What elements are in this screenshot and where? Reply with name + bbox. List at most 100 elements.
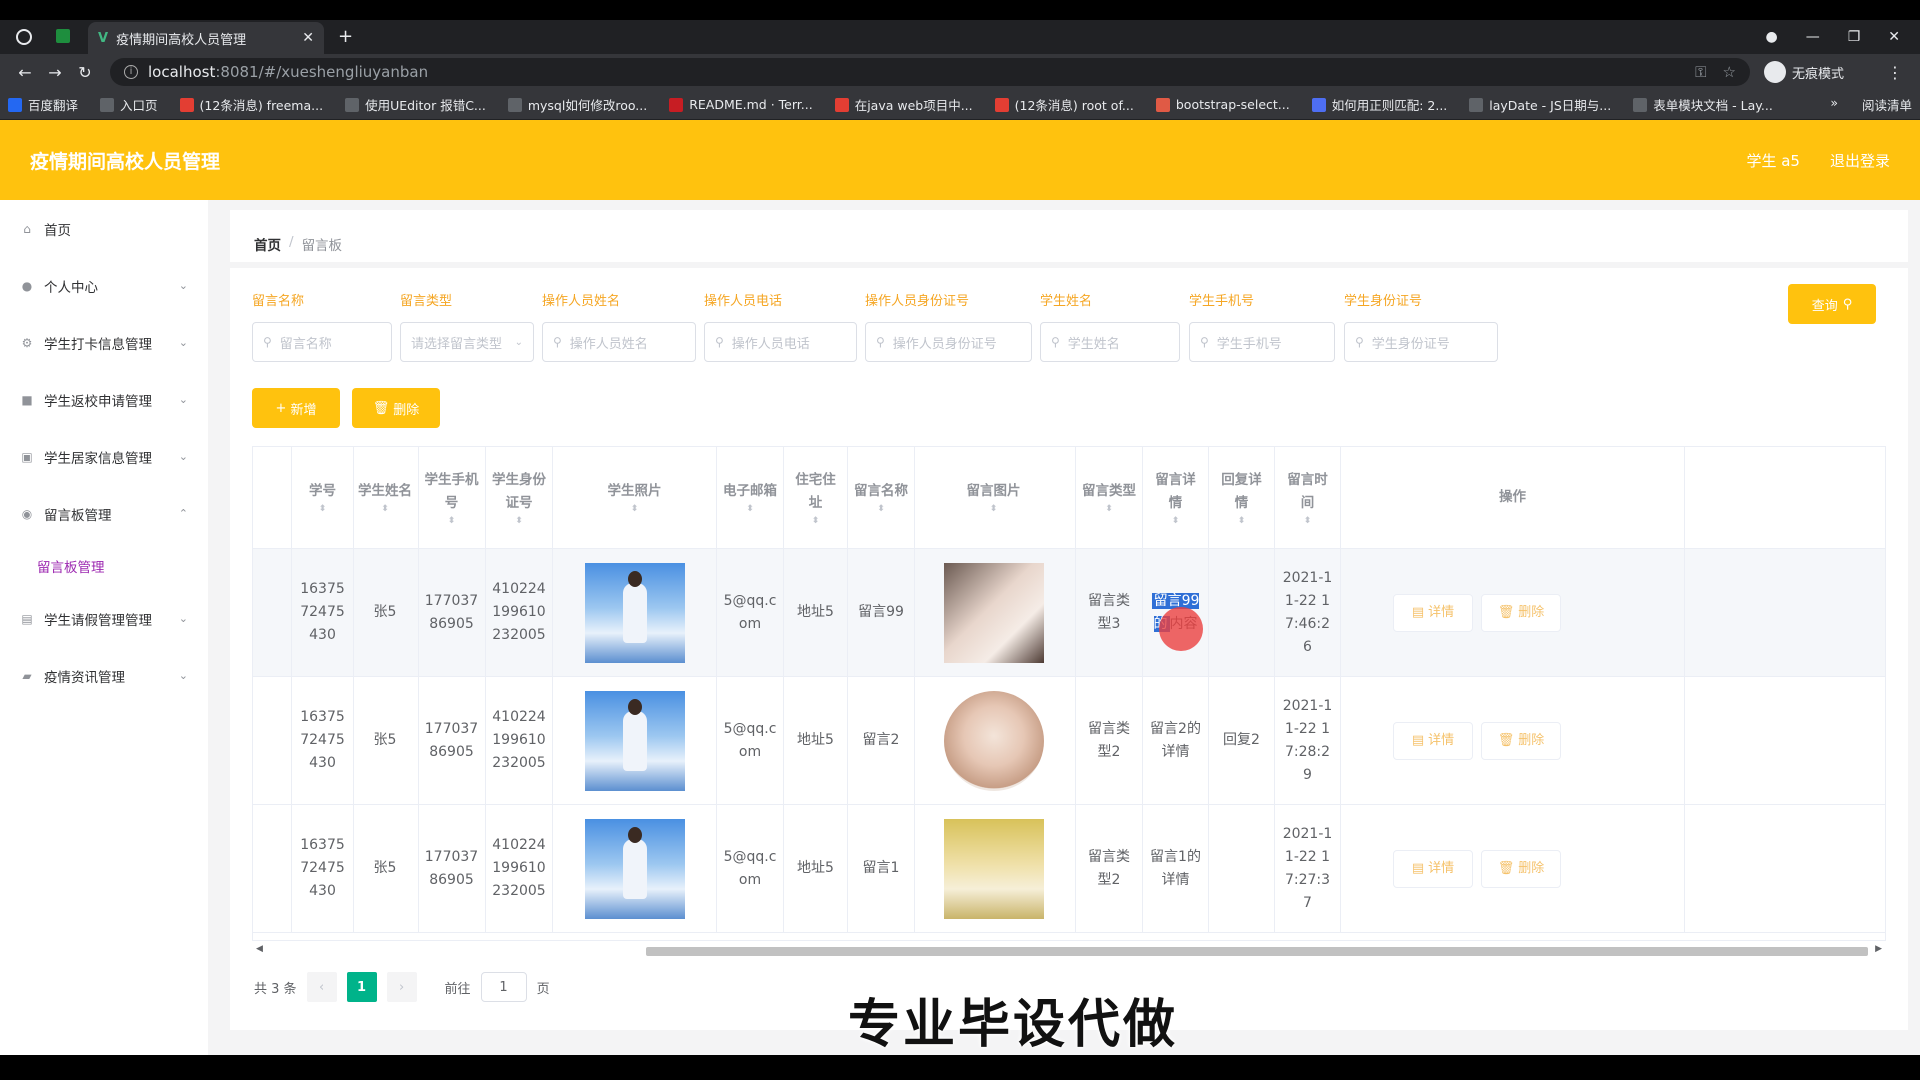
column-header[interactable]: 回复详情 ⬍ [1209,447,1275,548]
pinned-tab-icon[interactable] [56,29,70,43]
sidebar-item-1[interactable]: ⌂ 首页 [0,200,208,257]
sort-icon[interactable]: ⬍ [631,503,639,515]
bookmark-item[interactable]: layDate - JS日期与... [1469,95,1611,114]
profile-icon[interactable]: ● [1765,29,1777,45]
scroll-left-icon[interactable]: ◀ [256,944,263,954]
browser-tab-active[interactable]: V 疫情期间高校人员管理 ✕ [88,22,324,54]
address-bar[interactable]: i localhost:8081/#/xueshengliuyanban ⚿ ☆ [110,58,1750,86]
column-header[interactable]: 学生身份证号 ⬍ [486,447,553,548]
add-button[interactable]: + 新增 [252,388,340,428]
filter-input[interactable]: ⚲ 操作人员姓名 [542,322,696,362]
sort-icon[interactable]: ⬍ [812,515,820,527]
query-button[interactable]: 查询 ⚲ [1788,284,1876,324]
forward-icon[interactable]: → [40,63,70,82]
bookmark-icon [8,97,22,112]
close-icon[interactable]: ✕ [302,30,314,46]
column-header[interactable]: 学生照片 ⬍ [553,447,717,548]
message-type-select[interactable]: 请选择留言类型 ⌄ [400,322,534,362]
sidebar-item-4[interactable]: ■ 学生返校申请管理 ⌄ [0,371,208,428]
sort-icon[interactable]: ⬍ [1238,515,1246,527]
bookmark-item[interactable]: mysql如何修改roo... [507,95,647,114]
back-icon[interactable]: ← [10,63,40,82]
bookmarks-overflow-icon[interactable]: » [1830,95,1838,114]
bookmark-item[interactable]: 在java web项目中... [834,95,973,114]
watermark-overlay: 专业毕设代做 [848,995,1179,1055]
column-header[interactable]: 学号 ⬍ [292,447,354,548]
detail-button[interactable]: ▤ 详情 [1393,593,1473,632]
filter-input[interactable]: ⚲ 学生姓名 [1040,322,1180,362]
sidebar-item-3[interactable]: ⚙ 学生打卡信息管理 ⌄ [0,314,208,371]
sort-icon[interactable]: ⬍ [1105,503,1113,515]
column-header[interactable]: 住宅住址 ⬍ [784,447,848,548]
sort-icon[interactable]: ⬍ [448,515,456,527]
table-cell: 地址5 [784,805,848,932]
filter-input[interactable]: ⚲ 操作人员电话 [704,322,857,362]
sort-icon[interactable]: ⬍ [1304,515,1312,527]
bookmark-item[interactable]: README.md · Terr... [669,97,813,112]
detail-button[interactable]: ▤ 详情 [1393,849,1473,888]
column-header[interactable]: 留言图片 ⬍ [912,447,1076,548]
sort-icon[interactable]: ⬍ [990,503,998,515]
filter-input[interactable]: ⚲ 学生手机号 [1189,322,1335,362]
info-icon[interactable]: i [124,65,138,79]
row-delete-button[interactable]: 🗑 删除 [1481,849,1561,888]
column-header[interactable]: 电子邮箱 ⬍ [717,447,784,548]
sort-icon[interactable]: ⬍ [746,503,754,515]
logout-button[interactable]: 退出登录 [1830,150,1890,171]
sort-icon[interactable]: ⬍ [515,515,523,527]
bookmark-item[interactable]: 表单模块文档 - Lay... [1633,95,1773,114]
restore-icon[interactable]: ❐ [1848,29,1861,45]
bookmark-item[interactable]: (12条消息) freema... [179,95,323,114]
column-header[interactable]: 留言类型 ⬍ [1076,447,1143,548]
bookmark-item[interactable]: (12条消息) root of... [994,95,1134,114]
column-header[interactable]: 留言名称 ⬍ [848,447,915,548]
sidebar-item-5[interactable]: ▣ 学生居家信息管理 ⌄ [0,428,208,485]
next-page-button[interactable]: › [386,972,417,1002]
chevron-down-icon: ⌄ [178,336,188,349]
cell-text-time: 2021-11-22 17:46:26 [1282,569,1333,655]
minimize-icon[interactable]: — [1806,29,1820,45]
breadcrumb-home[interactable]: 首页 [254,234,281,254]
bookmark-item[interactable]: 使用UEditor 报错C... [345,95,486,114]
delete-button[interactable]: 🗑 删除 [352,388,440,428]
prev-page-button[interactable]: ‹ [306,972,337,1002]
page-number-current[interactable]: 1 [346,972,377,1002]
sidebar-item-7[interactable]: ▤ 学生请假管理管理 ⌄ [0,590,208,647]
sidebar-item-2[interactable]: ● 个人中心 ⌄ [0,257,208,314]
column-header[interactable]: 学生手机号 ⬍ [418,447,486,548]
bookmark-item[interactable]: bootstrap-select... [1155,97,1290,112]
sort-icon[interactable]: ⬍ [877,503,885,515]
filter-input[interactable]: ⚲ 留言名称 [252,322,392,362]
column-header[interactable]: 学生姓名 ⬍ [352,447,419,548]
goto-page-input[interactable]: 1 [480,972,527,1002]
column-header[interactable]: 留言时间 ⬍ [1275,447,1341,548]
table-cell [553,805,717,932]
row-delete-button[interactable]: 🗑 删除 [1481,593,1561,632]
more-icon[interactable]: ⋮ [1880,63,1910,82]
column-header[interactable]: 留言详情 ⬍ [1143,447,1209,548]
reading-list[interactable]: 阅读清单 [1862,95,1912,114]
reload-icon[interactable]: ↻ [70,63,100,82]
filter-input[interactable]: ⚲ 操作人员身份证号 [865,322,1032,362]
browser-menu-icon[interactable] [16,29,32,45]
bookmark-item[interactable]: 入口页 [100,95,158,114]
detail-button[interactable]: ▤ 详情 [1393,721,1473,760]
bookmark-item[interactable]: 如何用正则匹配: 2... [1311,95,1447,114]
table-horizontal-scrollbar[interactable]: ◀ ▶ [252,944,1886,958]
sidebar-item-8[interactable]: ▰ 疫情资讯管理 ⌄ [0,647,208,704]
star-icon[interactable]: ☆ [1723,63,1736,81]
sort-icon[interactable]: ⬍ [381,503,389,515]
sidebar-item-6[interactable]: ◉ 留言板管理 ⌃ [0,485,208,542]
row-delete-button[interactable]: 🗑 删除 [1481,721,1561,760]
incognito-indicator[interactable]: 无痕模式 [1764,61,1844,83]
scroll-right-icon[interactable]: ▶ [1875,944,1882,954]
scrollbar-thumb[interactable] [646,947,1868,956]
key-icon[interactable]: ⚿ [1695,63,1706,81]
sidebar-subitem-message-board[interactable]: 留言板管理 [0,542,208,590]
sort-icon[interactable]: ⬍ [319,503,327,515]
filter-input[interactable]: ⚲ 学生身份证号 [1344,322,1498,362]
bookmark-item[interactable]: 百度翻译 [8,95,78,114]
sort-icon[interactable]: ⬍ [1172,515,1180,527]
window-close-icon[interactable]: ✕ [1888,29,1900,45]
new-tab-icon[interactable]: + [338,26,353,47]
